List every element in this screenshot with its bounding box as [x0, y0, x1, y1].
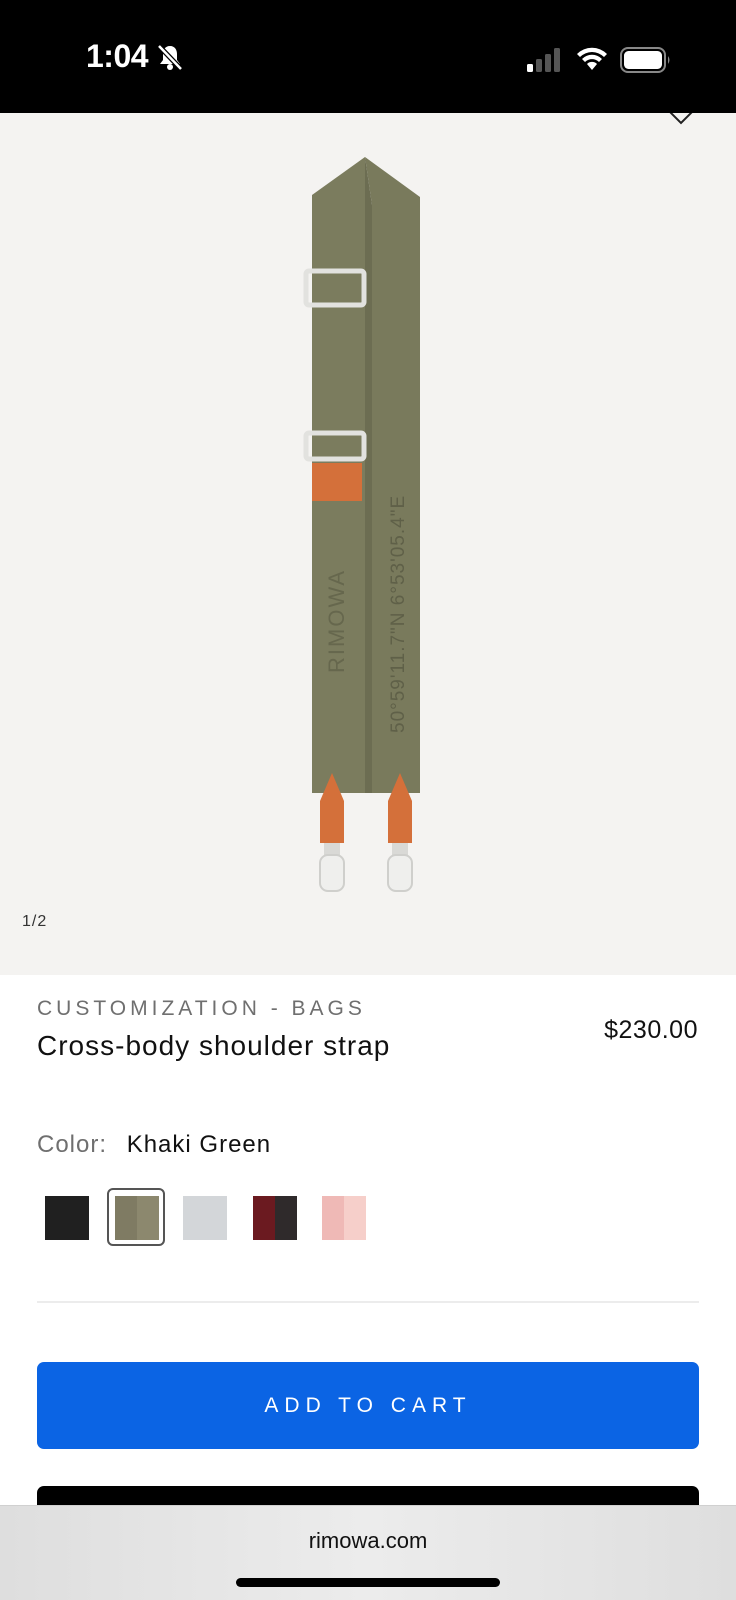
- bell-slash-icon: [157, 44, 183, 71]
- swatch-chip: [253, 1196, 297, 1240]
- swatch-black[interactable]: [37, 1188, 95, 1246]
- swatch-pink[interactable]: [314, 1188, 372, 1246]
- gallery-counter: 1/2: [22, 913, 48, 930]
- product-image-gallery[interactable]: RIMOWA 50°59'11.7"N 6°53'05.4"E 1/2: [0, 113, 736, 975]
- product-title: Cross-body shoulder strap: [37, 1030, 391, 1061]
- add-to-cart-button[interactable]: ADD TO CART: [37, 1362, 699, 1449]
- status-time: 1:04: [86, 38, 149, 74]
- color-label: Color:: [37, 1131, 108, 1158]
- swatch-chip: [322, 1196, 366, 1240]
- battery-icon: [620, 47, 670, 73]
- color-selection-label: Color: Khaki Green: [37, 1131, 271, 1159]
- browser-address-bar[interactable]: rimowa.com: [0, 1505, 736, 1600]
- swatch-chip: [183, 1196, 227, 1240]
- swatch-khaki-green[interactable]: [107, 1188, 165, 1246]
- selected-color-value: Khaki Green: [126, 1131, 272, 1158]
- home-indicator: [236, 1578, 500, 1587]
- strap-coordinates-text: 50°59'11.7"N 6°53'05.4"E: [388, 495, 409, 733]
- divider: [37, 1301, 699, 1303]
- color-swatches: [37, 1188, 437, 1252]
- wishlist-heart-icon[interactable]: [666, 113, 696, 127]
- wifi-icon: [577, 47, 607, 70]
- url-text[interactable]: rimowa.com: [0, 1528, 736, 1554]
- product-price: $230.00: [604, 1016, 698, 1044]
- strap-brand-text: RIMOWA: [324, 569, 349, 673]
- status-bar: 1:04: [0, 0, 736, 113]
- swatch-light-grey[interactable]: [175, 1188, 233, 1246]
- shoulder-strap-image: RIMOWA 50°59'11.7"N 6°53'05.4"E: [303, 157, 420, 892]
- cellular-signal-icon: [527, 48, 560, 72]
- swatch-chip: [45, 1196, 89, 1240]
- swatch-chip: [115, 1196, 159, 1240]
- product-category: CUSTOMIZATION - BAGS: [37, 997, 366, 1020]
- swatch-red[interactable]: [245, 1188, 303, 1246]
